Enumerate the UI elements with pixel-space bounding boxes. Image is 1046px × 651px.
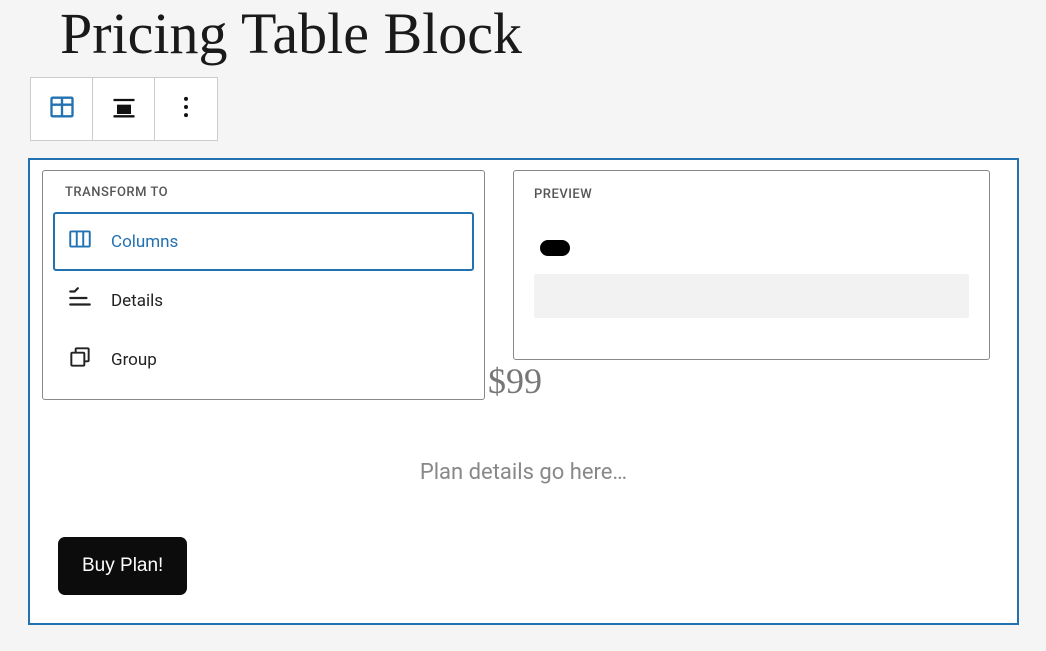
buy-plan-button[interactable]: Buy Plan! <box>58 537 187 595</box>
price-text[interactable]: $99 <box>488 360 542 402</box>
block-type-button[interactable] <box>31 78 93 140</box>
preview-header: PREVIEW <box>534 187 969 224</box>
transform-option-columns[interactable]: Columns <box>53 212 474 271</box>
transform-option-label: Columns <box>111 232 178 252</box>
plan-details-placeholder[interactable]: Plan details go here… <box>30 460 1017 485</box>
align-icon <box>110 93 138 125</box>
transform-header: TRANSFORM TO <box>53 185 474 212</box>
transform-to-panel: TRANSFORM TO Columns Details <box>42 170 485 400</box>
preview-panel: PREVIEW <box>513 170 990 360</box>
group-icon <box>67 344 93 375</box>
transform-option-group[interactable]: Group <box>53 330 474 389</box>
preview-content <box>534 240 969 350</box>
preview-mini-bar <box>534 274 969 318</box>
transform-option-label: Details <box>111 291 163 311</box>
block-toolbar <box>30 77 218 141</box>
more-vertical-icon <box>172 93 200 125</box>
transform-option-details[interactable]: Details <box>53 271 474 330</box>
transform-option-label: Group <box>111 350 157 370</box>
page-title: Pricing Table Block <box>0 0 1046 63</box>
selected-block[interactable]: TRANSFORM TO Columns Details <box>28 158 1019 625</box>
align-button[interactable] <box>93 78 155 140</box>
details-icon <box>67 285 93 316</box>
more-options-button[interactable] <box>155 78 217 140</box>
columns-icon <box>67 226 93 257</box>
pricing-table-icon <box>48 93 76 125</box>
preview-mini-button <box>540 240 570 256</box>
